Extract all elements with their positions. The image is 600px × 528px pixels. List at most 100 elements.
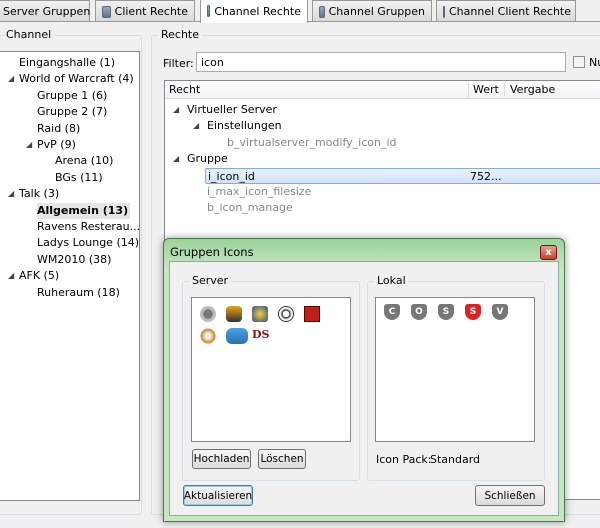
channel-item[interactable]: WM2010 (38)	[37, 252, 111, 268]
channel-item-label: Ravens Resterau...	[37, 220, 141, 233]
channel-item[interactable]: ◢ PvP (9)	[26, 137, 76, 153]
lokal-group-title: Lokal	[374, 274, 409, 287]
channel-item[interactable]: ◢ World of Warcraft (4)	[8, 71, 134, 87]
tab-label: Channel Client Rechte	[449, 5, 572, 18]
permission-name: b_virtualserver_modify_icon_id	[227, 135, 397, 149]
permission-value: 752...	[470, 169, 502, 183]
channel-item[interactable]: Gruppe 1 (6)	[37, 88, 107, 104]
permission-name: Einstellungen	[207, 119, 282, 133]
permission-name: Virtueller Server	[187, 103, 277, 116]
channel-item[interactable]: ◢ Talk (3)	[8, 186, 60, 202]
channel-item[interactable]: Ladys Lounge (14)	[37, 235, 139, 251]
expand-arrow-icon[interactable]: ◢	[26, 137, 32, 153]
warrior-icon[interactable]	[226, 306, 242, 322]
expand-arrow-icon[interactable]: ◢	[173, 151, 179, 167]
server-icons-list[interactable]: DS	[191, 297, 351, 442]
channel-item[interactable]: Gruppe 2 (7)	[37, 104, 107, 120]
expand-arrow-icon[interactable]: ◢	[8, 268, 14, 284]
shield-s-icon[interactable]: S	[438, 304, 454, 320]
channel-item-label: Talk (3)	[19, 187, 60, 201]
permission-row[interactable]: b_virtualserver_modify_icon_id	[227, 135, 397, 151]
icon-pack-label: Icon Pack:	[376, 453, 432, 466]
tab-icon	[207, 5, 211, 17]
clock-icon[interactable]	[200, 306, 216, 322]
permission-row[interactable]: i_max_icon_filesize	[207, 184, 311, 200]
upload-button[interactable]: Hochladen	[192, 449, 251, 469]
close-button[interactable]: Schließen	[475, 485, 545, 506]
tab-channel-client-rechte[interactable]: Channel Client Rechte	[436, 0, 576, 22]
filter-input[interactable]	[196, 52, 566, 72]
filter-label: Filter:	[163, 57, 194, 70]
channel-item[interactable]: Ruheraum (18)	[37, 285, 120, 301]
permission-row[interactable]: ◢ Gruppe	[173, 151, 228, 167]
close-icon[interactable]: x	[540, 245, 557, 260]
tab-icon	[102, 5, 111, 18]
channel-item[interactable]: BGs (11)	[55, 170, 103, 186]
channel-item-label: Ladys Lounge (14)	[37, 236, 140, 250]
channel-group-title: Channel	[3, 28, 55, 41]
permission-row[interactable]: b_icon_manage	[207, 200, 293, 216]
lokal-icons-list[interactable]: COSSV	[375, 297, 535, 442]
horde-icon[interactable]	[304, 306, 320, 322]
expand-arrow-icon[interactable]: ◢	[8, 71, 14, 87]
table-header: Recht Wert Vergabe	[165, 81, 600, 99]
channel-item-label: BGs (11)	[55, 170, 103, 184]
wow-icon[interactable]	[252, 306, 268, 322]
rechte-group-title: Rechte	[158, 28, 203, 41]
channel-item[interactable]: Raid (8)	[37, 121, 80, 137]
dialog-body: Server DS Hochladen Löschen Lokal COSSV …	[169, 261, 559, 516]
tab-label: Channel Rechte	[214, 4, 301, 18]
ds-logo-icon[interactable]: DS	[252, 328, 269, 344]
phoenix-icon[interactable]	[200, 328, 216, 344]
channel-item[interactable]: ◢ AFK (5)	[8, 268, 60, 284]
tab-channel-rechte[interactable]: Channel Rechte	[200, 0, 308, 23]
shield-s-red-icon[interactable]: S	[465, 304, 481, 320]
gruppen-icons-dialog: Gruppen Icons x Server DS Hochladen Lösc…	[163, 238, 565, 522]
icon-pack-value: Standard	[430, 453, 481, 466]
channel-item-label: WM2010 (38)	[37, 252, 112, 266]
server-group-title: Server	[189, 274, 232, 287]
channel-item-label: Raid (8)	[37, 121, 81, 135]
permission-row[interactable]: ◢ Virtueller Server	[173, 102, 277, 118]
channel-item[interactable]: Allgemein (13)	[37, 202, 131, 219]
channel-item-label: Ruheraum (18)	[37, 285, 120, 299]
soccer-ball-icon[interactable]	[278, 306, 294, 322]
channel-item[interactable]: Arena (10)	[55, 153, 113, 169]
tab-client-rechte[interactable]: Client Rechte	[95, 0, 195, 22]
shield-c-icon[interactable]: C	[384, 304, 400, 320]
permission-row[interactable]: ◢ Einstellungen	[193, 118, 282, 134]
only-checkbox-label: Nu	[589, 56, 600, 69]
channel-item-label: Gruppe 1 (6)	[37, 88, 108, 102]
column-wert[interactable]: Wert	[473, 83, 505, 96]
channel-tree[interactable]: Eingangshalle (1) ◢ World of Warcraft (4) G…	[0, 51, 140, 501]
channel-item-label: AFK (5)	[19, 269, 60, 283]
permission-name: b_icon_manage	[207, 201, 293, 215]
tab-server-gruppen[interactable]: Server Gruppen	[0, 0, 90, 22]
permission-row[interactable]: i_icon_id 752...	[205, 167, 600, 184]
permission-name: i_icon_id	[208, 169, 255, 183]
channel-item-label: Allgemein (13)	[37, 203, 129, 217]
channel-item[interactable]: Ravens Resterau...	[37, 219, 140, 235]
tab-label: Client Rechte	[114, 5, 188, 18]
tab-channel-gruppen[interactable]: Channel Gruppen	[312, 0, 432, 22]
expand-arrow-icon[interactable]: ◢	[8, 186, 14, 202]
column-vergabe[interactable]: Vergabe	[510, 83, 555, 96]
channel-item-label: PvP (9)	[37, 138, 76, 151]
expand-arrow-icon[interactable]: ◢	[173, 102, 179, 118]
delete-button[interactable]: Löschen	[258, 449, 306, 469]
dialog-title: Gruppen Icons	[170, 245, 254, 259]
expand-arrow-icon[interactable]: ◢	[193, 118, 199, 134]
permission-name: Gruppe	[187, 152, 228, 166]
tab-icon	[443, 5, 445, 18]
channel-item-label: Arena (10)	[55, 154, 114, 168]
tab-icon	[319, 5, 325, 18]
refresh-button[interactable]: Aktualisieren	[183, 485, 253, 506]
shield-v-icon[interactable]: V	[492, 304, 508, 320]
chat-bubble-icon[interactable]	[226, 328, 248, 344]
column-recht[interactable]: Recht	[169, 83, 469, 99]
channel-item-label: Eingangshalle (1)	[19, 56, 116, 69]
shield-o-icon[interactable]: O	[411, 304, 427, 320]
only-checkbox[interactable]	[573, 56, 585, 68]
channel-item[interactable]: Eingangshalle (1)	[19, 55, 115, 71]
permission-name: i_max_icon_filesize	[207, 185, 312, 198]
